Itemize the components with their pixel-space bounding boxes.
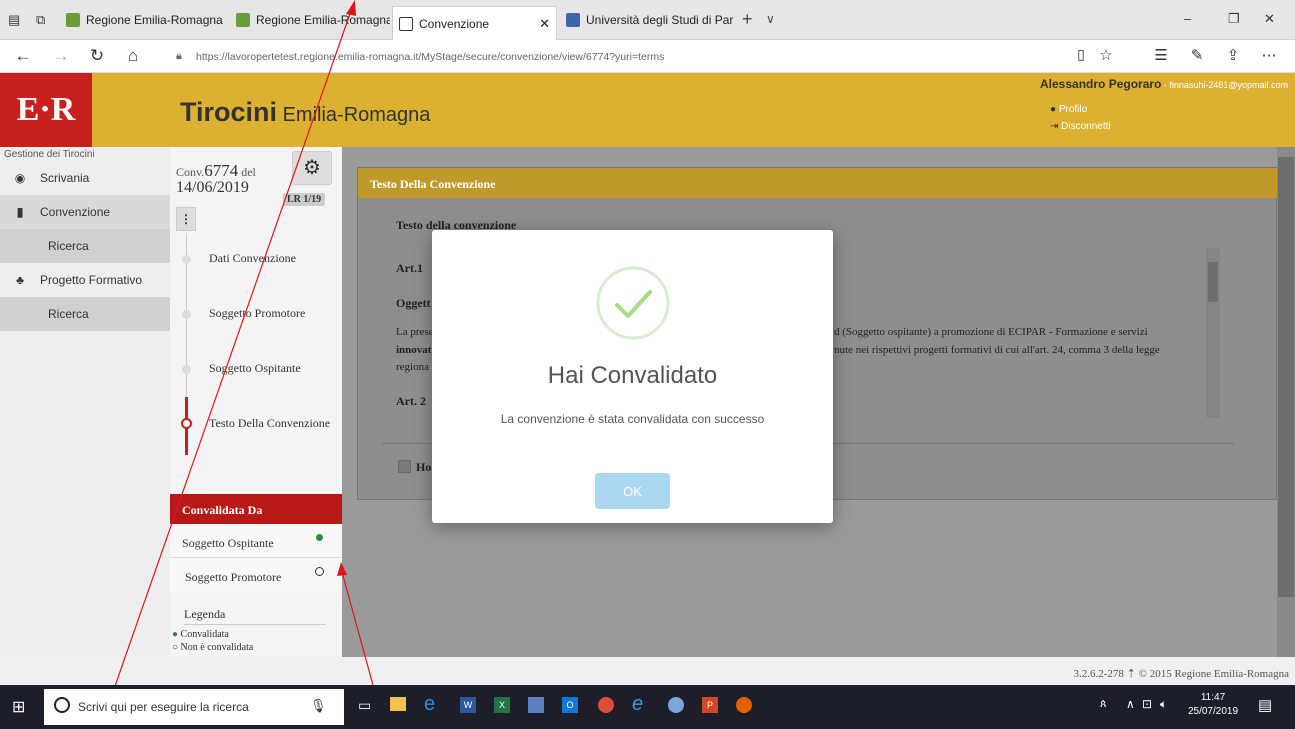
outlook-icon[interactable]: O — [562, 697, 578, 713]
microphone-icon[interactable]: 🎙︎ — [310, 698, 327, 714]
tray-chevron-icon[interactable]: ∧ — [1126, 697, 1135, 711]
internet-explorer-icon[interactable]: e — [632, 693, 643, 716]
annotation-arrows — [99, 0, 386, 729]
word-icon[interactable]: W — [460, 697, 476, 713]
firefox-icon[interactable] — [736, 697, 752, 713]
globe-app-icon[interactable] — [668, 697, 684, 713]
task-view-icon[interactable]: ▭ — [358, 697, 371, 714]
cortana-circle-icon — [54, 697, 70, 713]
file-explorer-icon[interactable] — [390, 697, 406, 711]
powerpoint-icon[interactable]: P — [702, 697, 718, 713]
excel-icon[interactable]: X — [494, 697, 510, 713]
network-app-icon[interactable] — [528, 697, 544, 713]
notifications-icon[interactable]: ▤ — [1258, 696, 1272, 714]
chrome-icon[interactable] — [598, 697, 614, 713]
system-clock[interactable]: 11:47 25/07/2019 — [1186, 691, 1240, 719]
windows-start-icon[interactable]: ⊞ — [12, 697, 25, 717]
volume-icon[interactable]: 🔈︎ — [1160, 697, 1167, 712]
windows-taskbar: ⊞ Scrivi qui per eseguire la ricerca 🎙︎ … — [0, 685, 1295, 729]
taskbar-search-box[interactable]: Scrivi qui per eseguire la ricerca 🎙︎ — [44, 689, 344, 725]
network-icon[interactable]: ⊡ — [1142, 697, 1152, 711]
edge-icon[interactable]: e — [424, 693, 435, 716]
people-icon[interactable]: ጰ — [1100, 698, 1107, 711]
